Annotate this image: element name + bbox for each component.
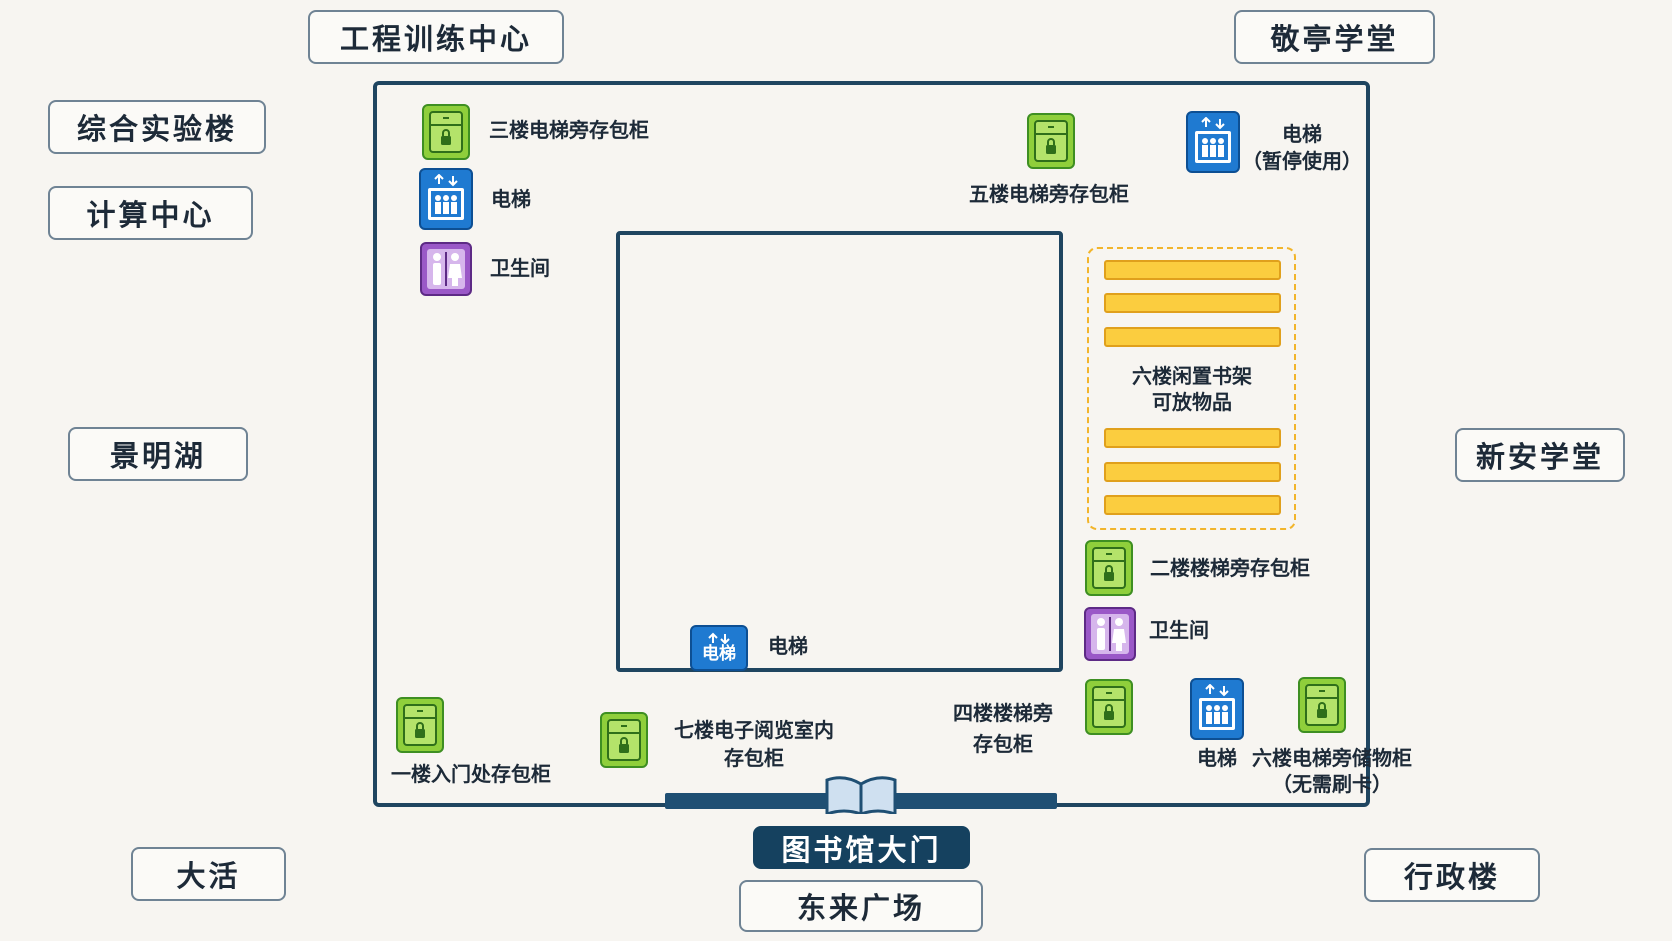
label-locker-3f: 三楼电梯旁存包柜 bbox=[489, 118, 649, 142]
locker-icon bbox=[396, 697, 444, 753]
label-shelf-6f-line2: 可放物品 bbox=[1152, 390, 1232, 414]
elevator-icon-text: 电梯 bbox=[702, 644, 736, 664]
label-elevator-top-right: 电梯 bbox=[1282, 122, 1322, 146]
bookshelf bbox=[1104, 428, 1281, 448]
restroom-icon bbox=[420, 242, 472, 296]
bookshelf bbox=[1104, 293, 1281, 313]
label-elevator-top-right-note: （暂停使用） bbox=[1242, 149, 1362, 173]
building-comprehensive-lab: 综合实验楼 bbox=[48, 100, 266, 154]
locker-icon bbox=[1085, 679, 1133, 735]
label-locker-2f: 二楼楼梯旁存包柜 bbox=[1150, 556, 1310, 580]
bookshelf bbox=[1104, 462, 1281, 482]
label-locker-1f: 一楼入门处存包柜 bbox=[391, 762, 551, 786]
locker-icon bbox=[1085, 540, 1133, 596]
label-restroom-right: 卫生间 bbox=[1149, 618, 1209, 642]
elevator-icon bbox=[1190, 678, 1244, 740]
label-locker-7f-line2: 存包柜 bbox=[724, 746, 784, 770]
building-donglai-square: 东来广场 bbox=[739, 880, 983, 932]
restroom-icon bbox=[1084, 607, 1136, 661]
elevator-icon bbox=[419, 168, 473, 230]
locker-icon bbox=[422, 104, 470, 160]
label-locker-6f-line2: （无需刷卡） bbox=[1272, 772, 1392, 796]
elevator-icon bbox=[1186, 111, 1240, 173]
library-atrium bbox=[616, 231, 1063, 672]
bookshelf bbox=[1104, 327, 1281, 347]
locker-icon bbox=[1027, 113, 1075, 169]
open-book-icon bbox=[825, 776, 897, 814]
building-dahuo: 大活 bbox=[131, 847, 286, 901]
label-restroom-left: 卫生间 bbox=[490, 256, 550, 280]
label-locker-5f: 五楼电梯旁存包柜 bbox=[969, 182, 1129, 206]
building-jingming-lake: 景明湖 bbox=[68, 427, 248, 481]
building-engineering-center: 工程训练中心 bbox=[308, 10, 564, 64]
label-locker-6f-line1: 六楼电梯旁储物柜 bbox=[1252, 746, 1412, 770]
elevator-icon: 电梯 bbox=[690, 625, 748, 671]
building-computing-center: 计算中心 bbox=[48, 186, 253, 240]
label-shelf-6f-line1: 六楼闲置书架 bbox=[1132, 364, 1252, 388]
building-admin: 行政楼 bbox=[1364, 848, 1540, 902]
label-locker-4f-line2: 存包柜 bbox=[973, 732, 1033, 756]
bookshelf bbox=[1104, 260, 1281, 280]
library-gate-label: 图书馆大门 bbox=[753, 826, 970, 869]
building-jingting-hall: 敬亭学堂 bbox=[1234, 10, 1435, 64]
building-xinan-hall: 新安学堂 bbox=[1455, 428, 1625, 482]
locker-icon bbox=[1298, 677, 1346, 733]
locker-icon bbox=[600, 712, 648, 768]
label-locker-4f-line1: 四楼楼梯旁 bbox=[953, 701, 1053, 725]
bookshelf bbox=[1104, 495, 1281, 515]
label-elevator-inner: 电梯 bbox=[768, 634, 808, 658]
label-elevator-left: 电梯 bbox=[491, 187, 531, 211]
label-locker-7f-line1: 七楼电子阅览室内 bbox=[674, 718, 834, 742]
